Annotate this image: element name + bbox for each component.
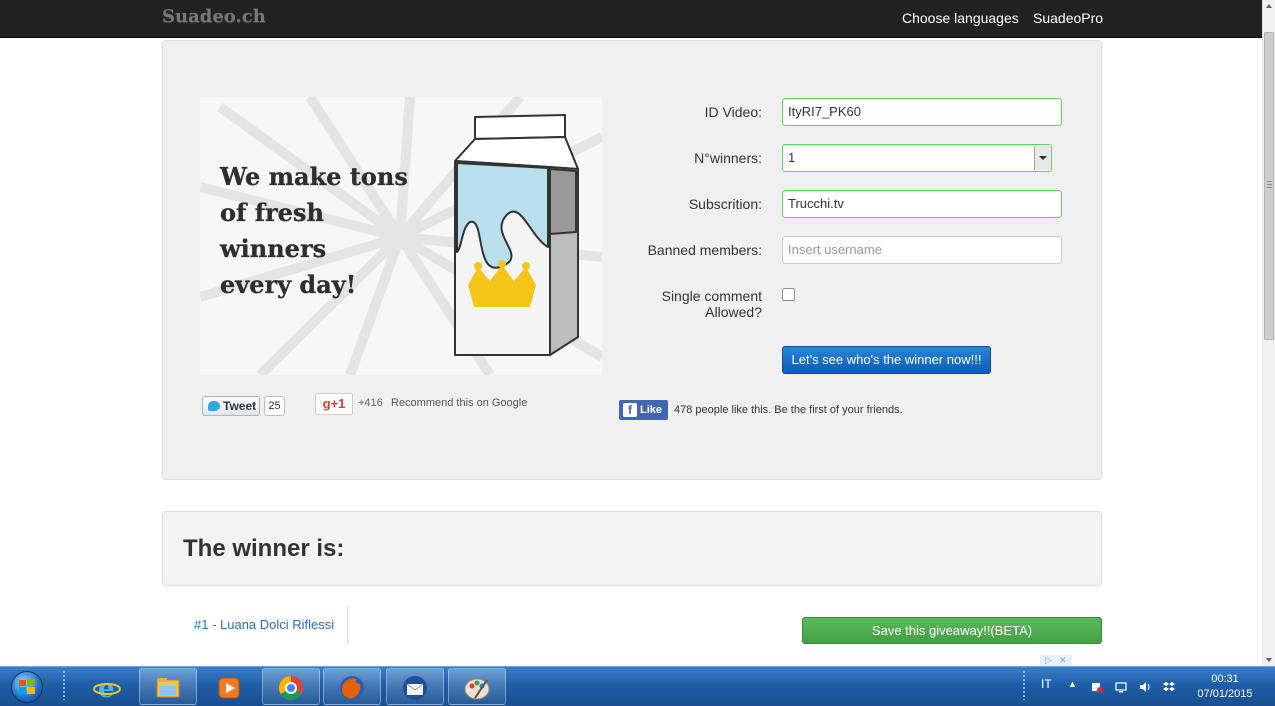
- thunderbird-icon: [403, 676, 427, 700]
- id-video-input[interactable]: ItyRI7_PK60: [782, 98, 1062, 126]
- media-player-icon: [218, 677, 240, 699]
- single-comment-label-line2: Allowed?: [705, 304, 762, 320]
- ie-icon: e: [93, 674, 121, 702]
- google-plus-one-button[interactable]: g+1: [315, 393, 353, 415]
- tagline-line-4: every day!: [220, 270, 356, 299]
- explorer-icon: [156, 678, 180, 698]
- taskbar-chrome-button[interactable]: [262, 668, 320, 705]
- single-comment-checkbox[interactable]: [782, 288, 795, 301]
- id-video-label: ID Video:: [704, 104, 762, 120]
- subscription-input[interactable]: Trucchi.tv: [782, 190, 1062, 218]
- taskbar-clock[interactable]: 00:31 07/01/2015: [1190, 672, 1260, 702]
- ad-choices-icon[interactable]: ▷: [1045, 655, 1052, 666]
- brand-logo[interactable]: Suadeo.ch: [162, 6, 266, 27]
- twitter-bird-icon: [208, 401, 220, 411]
- tweet-count: 25: [264, 396, 285, 416]
- subscription-label: Subscrition:: [688, 196, 762, 212]
- tweet-label: Tweet: [223, 399, 257, 413]
- facebook-like-count-text: 478 people like this. Be the first of yo…: [674, 404, 903, 416]
- ad-choices-badge[interactable]: ▷ ✕: [1040, 655, 1072, 666]
- input-language-indicator[interactable]: IT: [1041, 677, 1052, 691]
- find-winner-button[interactable]: Let's see who's the winner now!!!: [782, 346, 991, 374]
- windows-flag-icon: [19, 679, 35, 694]
- taskbar-grip: [62, 670, 66, 700]
- tweet-button[interactable]: Tweet: [202, 396, 260, 416]
- taskbar-explorer-button[interactable]: [139, 668, 197, 705]
- winners-count-value: 1: [788, 150, 796, 165]
- paint-icon: [464, 678, 490, 700]
- google-plus-recommend-text: Recommend this on Google: [391, 397, 528, 409]
- scroll-up-icon[interactable]: [1266, 4, 1272, 8]
- clock-time: 00:31: [1211, 673, 1239, 685]
- vertical-scrollbar[interactable]: [1262, 0, 1275, 666]
- network-icon[interactable]: [1115, 681, 1127, 693]
- start-button[interactable]: [5, 669, 49, 705]
- nav-suadeo-pro[interactable]: SuadeoPro: [1033, 10, 1103, 26]
- clock-date: 07/01/2015: [1197, 688, 1253, 700]
- single-comment-label: Single comment Allowed?: [592, 288, 762, 320]
- facebook-like-button[interactable]: f Like: [619, 400, 668, 420]
- tagline-line-3: winners: [219, 234, 326, 263]
- tagline-line-2: of fresh: [220, 198, 324, 227]
- svg-text:e: e: [98, 674, 115, 702]
- google-plus-count: +416: [358, 397, 383, 409]
- facebook-like-label: Like: [640, 404, 663, 416]
- taskbar-paint-button[interactable]: [448, 668, 506, 705]
- banned-members-label: Banned members:: [647, 242, 762, 258]
- tagline-line-1: We make tons: [219, 162, 408, 191]
- action-center-icon[interactable]: [1091, 681, 1103, 693]
- taskbar-ie-button[interactable]: e: [78, 668, 136, 705]
- top-navbar: Suadeo.ch Choose languages SuadeoPro: [0, 0, 1262, 38]
- firefox-icon: [340, 676, 364, 700]
- winners-count-select[interactable]: 1: [782, 144, 1052, 172]
- taskbar-media-player-button[interactable]: [200, 668, 258, 705]
- winner-entry-link[interactable]: #1 - Luana Dolci Riflessi: [194, 617, 334, 632]
- tray-grip: [1022, 670, 1026, 700]
- scroll-down-icon[interactable]: [1266, 658, 1272, 662]
- save-giveaway-button[interactable]: Save this giveaway!!(BETA): [802, 617, 1102, 644]
- windows-taskbar: e: [0, 666, 1275, 706]
- ad-close-icon[interactable]: ✕: [1059, 655, 1067, 666]
- facebook-icon: f: [623, 403, 637, 417]
- winners-count-label: N°winners:: [694, 150, 762, 166]
- banned-members-input[interactable]: Insert username: [782, 236, 1062, 264]
- single-comment-label-line1: Single comment: [661, 288, 762, 304]
- dropbox-icon[interactable]: [1163, 681, 1175, 693]
- nav-choose-languages[interactable]: Choose languages: [902, 10, 1019, 26]
- show-hidden-icons[interactable]: ▲: [1068, 679, 1077, 689]
- taskbar-thunderbird-button[interactable]: [386, 668, 444, 705]
- chevron-down-icon[interactable]: [1034, 146, 1050, 170]
- winner-divider: [347, 606, 348, 644]
- taskbar-firefox-button[interactable]: [323, 668, 381, 705]
- chrome-icon: [278, 676, 303, 701]
- scrollbar-thumb[interactable]: [1264, 32, 1274, 340]
- milk-carton-illustration: We make tons of fresh winners every day!: [200, 97, 602, 375]
- winner-title: The winner is:: [183, 535, 345, 562]
- volume-icon[interactable]: [1139, 681, 1151, 693]
